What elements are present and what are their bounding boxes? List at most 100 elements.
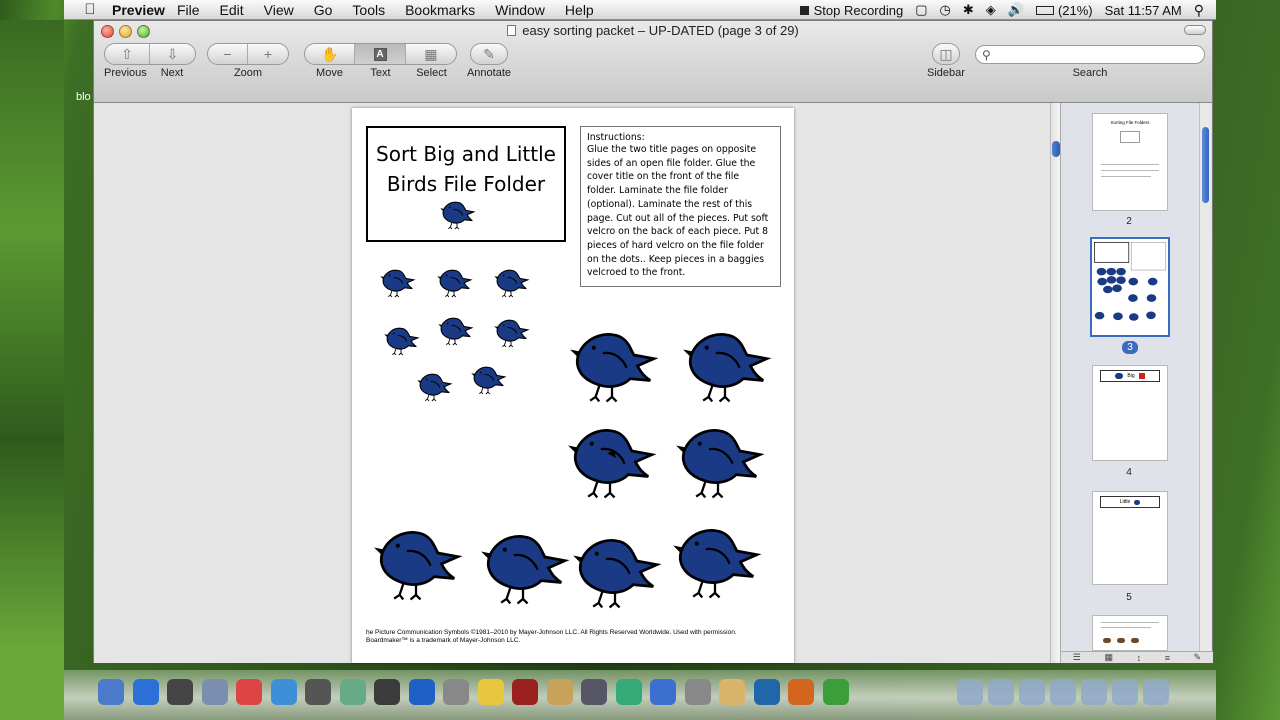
safari-icon[interactable] <box>270 679 297 705</box>
firefox-icon[interactable] <box>788 679 814 705</box>
system-icon[interactable] <box>581 679 607 705</box>
thumbnail-bird <box>1128 313 1139 321</box>
small-bird <box>491 266 531 304</box>
text-line <box>1101 627 1151 628</box>
thumbnail-bird <box>1103 285 1113 294</box>
large-bird <box>665 520 765 607</box>
document-scrollbar[interactable] <box>1050 103 1060 663</box>
annotate-button[interactable]: ✎ <box>471 44 507 64</box>
menu-go[interactable]: Go <box>314 2 333 18</box>
doc-icon-2[interactable] <box>1081 679 1107 705</box>
battery-status[interactable]: (21%) <box>1035 3 1093 18</box>
volume-icon[interactable]: 🔊 <box>1008 2 1024 18</box>
menu-view[interactable]: View <box>264 2 294 18</box>
desktop-item-label[interactable]: blo <box>76 91 91 103</box>
display-icon[interactable]: ▢ <box>915 2 927 18</box>
stickies-icon[interactable] <box>477 679 504 705</box>
window-titlebar: easy sorting packet – UP-DATED (page 3 o… <box>94 21 1212 103</box>
finder-icon[interactable] <box>98 679 124 705</box>
mail-icon[interactable] <box>201 679 228 705</box>
arrow-down-icon: ⇩ <box>166 45 179 62</box>
trash-icon[interactable] <box>1143 679 1169 705</box>
credit-text: he Picture Communication Symbols ©1981–2… <box>366 629 786 645</box>
prev-next-group: ⇧ ⇩ <box>104 43 196 65</box>
text-line <box>1101 164 1159 165</box>
bluetooth-icon[interactable]: ✱ <box>963 2 974 18</box>
thumbnail-page-2[interactable]: Sorting File Folders <box>1092 113 1168 211</box>
thumbnail-bird <box>1096 267 1107 276</box>
grapher-icon[interactable] <box>615 679 642 705</box>
doc-icon[interactable] <box>1050 679 1076 705</box>
tools-icon[interactable] <box>684 679 711 705</box>
chrome-icon[interactable] <box>822 679 849 705</box>
wifi-icon[interactable]: ◈ <box>986 2 996 18</box>
time-machine-icon[interactable]: ◷ <box>940 2 951 18</box>
menu-clock[interactable]: Sat 11:57 AM <box>1105 3 1182 18</box>
annotate-label: Annotate <box>466 67 512 79</box>
menu-window[interactable]: Window <box>495 2 545 18</box>
columns-icon[interactable]: ☰ <box>1073 652 1081 663</box>
zoom-in-button[interactable]: + <box>248 44 288 64</box>
next-button[interactable]: ⇩ <box>150 44 195 64</box>
large-bird <box>675 324 775 411</box>
thumbnail-bird <box>1116 267 1126 276</box>
thumbnail-page-6[interactable] <box>1092 615 1168 651</box>
calculator-icon[interactable] <box>443 679 469 705</box>
iphoto-icon-2[interactable] <box>546 679 573 705</box>
thumbnail-page-3[interactable] <box>1090 237 1170 337</box>
text-tool-button[interactable]: A <box>355 44 406 64</box>
menu-tools[interactable]: Tools <box>352 2 385 18</box>
grid-icon[interactable]: ▦ <box>1104 652 1113 663</box>
pdf-page[interactable]: Sort Big and Little Birds File Folder In… <box>352 108 794 663</box>
present-icon[interactable] <box>650 679 676 705</box>
menu-help[interactable]: Help <box>565 2 594 18</box>
large-bird <box>560 420 660 507</box>
iphoto-icon[interactable] <box>374 679 400 705</box>
sidebar-scrollbar[interactable] <box>1199 103 1211 653</box>
apple-menu-icon[interactable]:  <box>76 1 104 18</box>
sidebar-toggle-button[interactable]: ◫ <box>933 44 959 64</box>
thumbnail-page-4[interactable]: Big <box>1092 365 1168 461</box>
previous-button[interactable]: ⇧ <box>105 44 151 64</box>
document-view[interactable]: Sort Big and Little Birds File Folder In… <box>94 103 1060 663</box>
toolbar-toggle-button[interactable] <box>1184 25 1206 35</box>
select-tool-button[interactable]: ▦ <box>406 44 456 64</box>
pencil-icon[interactable]: ✎ <box>1194 652 1202 663</box>
text-a-icon: A <box>373 47 387 61</box>
menu-file[interactable]: File <box>177 2 200 18</box>
document-scroll-thumb[interactable] <box>1052 141 1060 157</box>
search-field[interactable]: ⚲ <box>975 45 1205 64</box>
thumbnail-image <box>1120 131 1140 143</box>
dashboard-icon[interactable] <box>167 679 193 705</box>
zoom-out-button[interactable]: − <box>208 44 249 64</box>
doc-icon-3[interactable] <box>1112 679 1138 705</box>
photo-icon[interactable] <box>512 679 538 705</box>
arrow-up-icon: ⇧ <box>121 45 133 62</box>
thumbnail-bird <box>1146 311 1156 320</box>
app-menu[interactable]: Preview <box>112 2 165 18</box>
instructions-heading: Instructions: <box>587 132 645 143</box>
smart-icon[interactable] <box>753 679 780 705</box>
spotlight-icon[interactable]: ⚲ <box>1194 2 1204 19</box>
move-tool-button[interactable]: ✋ <box>305 44 356 64</box>
thumbnail-page-5[interactable]: Little <box>1092 491 1168 585</box>
menu-bookmarks[interactable]: Bookmarks <box>405 2 475 18</box>
sidebar-scroll-thumb[interactable] <box>1202 127 1209 203</box>
folder-icon-3[interactable] <box>1019 679 1045 705</box>
calendar-icon[interactable] <box>236 679 262 705</box>
list-icon[interactable]: ≡ <box>1165 653 1170 663</box>
preview-icon[interactable] <box>339 679 366 705</box>
itunes-icon[interactable] <box>408 679 435 705</box>
photo-booth-icon[interactable] <box>305 679 331 705</box>
menu-edit[interactable]: Edit <box>220 2 244 18</box>
app-store-icon[interactable] <box>132 679 159 705</box>
document-icon[interactable] <box>507 25 517 36</box>
thumbnail-bird <box>1113 312 1123 321</box>
thumbnail-bird <box>1116 276 1126 284</box>
folder-icon-2[interactable] <box>988 679 1014 705</box>
folder-icon[interactable] <box>957 679 983 705</box>
sort-icon[interactable]: ↕ <box>1137 653 1142 663</box>
large-bird <box>473 526 573 613</box>
kid-icon[interactable] <box>719 679 745 705</box>
stop-recording-item[interactable]: Stop Recording <box>799 3 903 18</box>
